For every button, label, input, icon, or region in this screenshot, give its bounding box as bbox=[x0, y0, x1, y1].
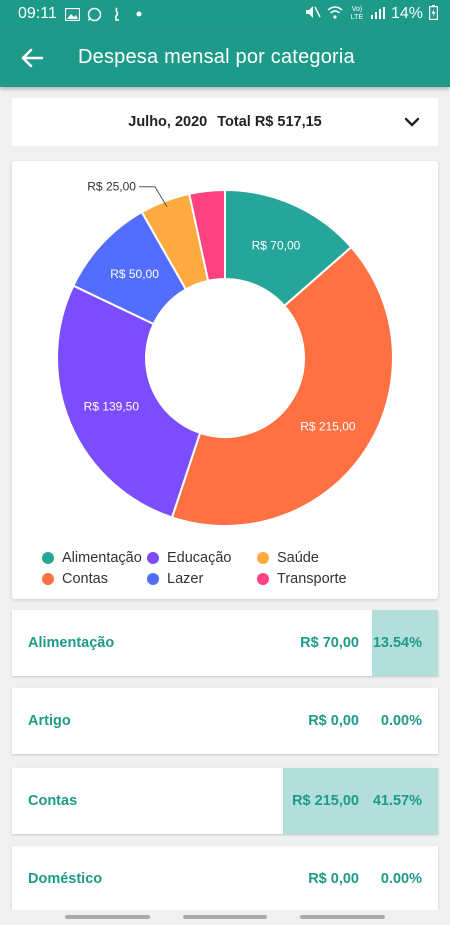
legend-dot bbox=[257, 551, 269, 564]
category-row-artigo[interactable]: Artigo R$ 0,00 0.00% bbox=[12, 688, 438, 754]
category-percent: 0.00% bbox=[380, 871, 422, 887]
status-bar: 09:11 Vo) LTE 14% bbox=[0, 0, 450, 28]
chart-legend: Alimentação Educação Saúde Contas Lazer bbox=[42, 547, 422, 589]
legend-dot bbox=[42, 572, 54, 585]
category-name: Doméstico bbox=[28, 871, 103, 887]
legend-item-saude[interactable]: Saúde bbox=[257, 550, 319, 566]
legend-item-educacao[interactable]: Educação bbox=[147, 550, 257, 566]
category-name: Artigo bbox=[28, 713, 71, 729]
legend-label: Contas bbox=[62, 570, 108, 587]
donut-chart: R$ 70,00 R$ 215,00 R$ 139,50 R$ 50,00 R$ 25,… bbox=[56, 180, 394, 527]
category-percent: 13.54% bbox=[372, 635, 422, 651]
legend-dot bbox=[257, 572, 269, 585]
category-amount: R$ 215,00 bbox=[292, 793, 359, 809]
volte-label: Vo) LTE bbox=[350, 6, 364, 21]
legend-item-lazer[interactable]: Lazer bbox=[147, 571, 257, 587]
category-amount: R$ 0,00 bbox=[308, 871, 359, 887]
back-arrow-icon[interactable] bbox=[16, 42, 48, 74]
app-notification-icon bbox=[109, 7, 125, 21]
legend-dot bbox=[147, 551, 159, 564]
app-bar: Despesa mensal por categoria bbox=[0, 28, 450, 87]
legend-dot bbox=[42, 551, 54, 564]
system-nav-bar bbox=[0, 910, 450, 925]
battery-percent: 14% bbox=[390, 5, 423, 22]
gallery-icon bbox=[65, 7, 81, 21]
slice-label-educacao: R$ 139,50 bbox=[84, 399, 140, 413]
legend-row-1: Alimentação Educação Saúde bbox=[42, 547, 422, 568]
slice-label-saude: R$ 25,00 bbox=[87, 180, 136, 194]
mute-icon bbox=[305, 5, 321, 23]
legend-label: Saúde bbox=[277, 549, 319, 566]
nav-recents-pill[interactable] bbox=[65, 915, 150, 919]
category-amount: R$ 0,00 bbox=[308, 713, 359, 729]
category-name: Contas bbox=[28, 793, 78, 809]
legend-label: Alimentação bbox=[62, 549, 142, 566]
signal-icon bbox=[370, 6, 385, 23]
legend-row-2: Contas Lazer Transporte bbox=[42, 568, 422, 589]
chart-card: R$ 70,00 R$ 215,00 R$ 139,50 R$ 50,00 R$ 25,… bbox=[12, 161, 438, 599]
category-percent: 0.00% bbox=[380, 713, 422, 729]
wifi-icon bbox=[327, 5, 343, 23]
legend-item-transporte[interactable]: Transporte bbox=[257, 571, 347, 587]
slice-label-contas: R$ 215,00 bbox=[300, 419, 356, 433]
page-title: Despesa mensal por categoria bbox=[78, 46, 355, 68]
whatsapp-icon bbox=[87, 7, 103, 21]
category-name: Alimentação bbox=[28, 635, 115, 651]
slice-label-alimentacao: R$ 70,00 bbox=[252, 238, 301, 252]
legend-label: Educação bbox=[167, 549, 232, 566]
status-time: 09:11 bbox=[18, 5, 57, 22]
more-notifications-dot-icon bbox=[131, 7, 147, 21]
category-amount: R$ 70,00 bbox=[300, 635, 359, 651]
selected-month: Julho, 2020 bbox=[128, 114, 208, 130]
category-row-contas[interactable]: Contas R$ 215,00 41.57% bbox=[12, 768, 438, 834]
battery-charging-icon bbox=[429, 4, 439, 24]
slice-label-lazer: R$ 50,00 bbox=[110, 267, 159, 281]
nav-home-pill[interactable] bbox=[183, 915, 267, 919]
chevron-down-icon[interactable] bbox=[402, 112, 422, 132]
legend-item-alimentacao[interactable]: Alimentação bbox=[42, 550, 147, 566]
legend-item-contas[interactable]: Contas bbox=[42, 571, 147, 587]
month-selector[interactable]: Julho, 2020 Total R$ 517,15 bbox=[12, 98, 438, 146]
legend-dot bbox=[147, 572, 159, 585]
legend-label: Lazer bbox=[167, 570, 204, 587]
category-percent: 41.57% bbox=[372, 793, 422, 809]
nav-back-pill[interactable] bbox=[300, 915, 385, 919]
month-total: Total R$ 517,15 bbox=[217, 114, 322, 130]
legend-label: Transporte bbox=[277, 570, 347, 587]
category-row-alimentacao[interactable]: Alimentação R$ 70,00 13.54% bbox=[12, 610, 438, 676]
category-row-domestico[interactable]: Doméstico R$ 0,00 0.00% bbox=[12, 846, 438, 912]
